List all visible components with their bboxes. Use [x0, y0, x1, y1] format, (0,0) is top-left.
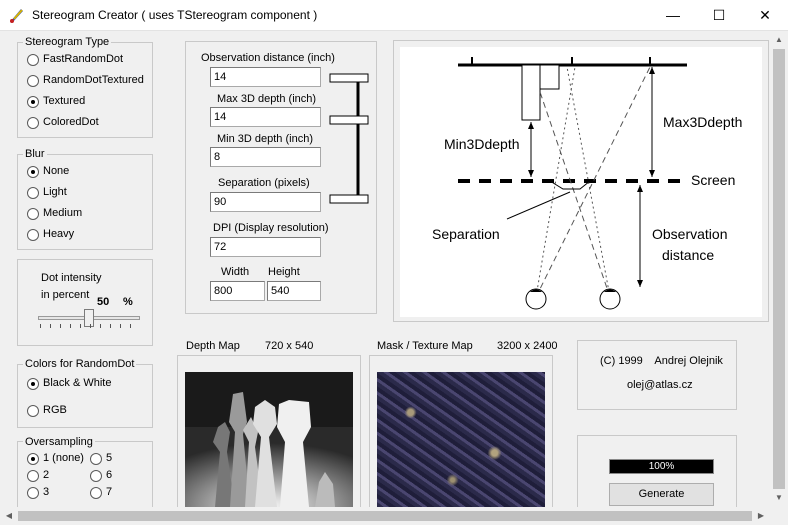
depth-map-label: Depth Map	[186, 340, 240, 352]
depth-map-size: 720 x 540	[265, 340, 314, 352]
progress-text: 100%	[648, 461, 675, 472]
copyright-text: (C) 1999 Andrej Olejnik	[600, 355, 723, 367]
minimize-button[interactable]: —	[650, 0, 696, 31]
depth-map-image[interactable]	[185, 372, 353, 507]
dot-intensity-label-2: in percent	[41, 289, 90, 301]
label-fastrandomdot[interactable]: FastRandomDot	[43, 53, 123, 65]
radio-oversampling-1[interactable]	[27, 453, 39, 465]
scroll-left-arrow[interactable]: ◀	[0, 507, 18, 525]
label-oversampling-2[interactable]: 2	[43, 469, 49, 481]
dot-intensity-label: Dot intensity	[41, 272, 102, 284]
max-depth-label: Max 3D depth (inch)	[217, 93, 317, 105]
colors-group	[17, 364, 153, 428]
stereogram-type-legend: Stereogram Type	[23, 36, 112, 48]
label-rgb[interactable]: RGB	[43, 404, 67, 416]
label-randomdottextured[interactable]: RandomDotTextured	[43, 74, 144, 86]
scroll-right-arrow[interactable]: ▶	[752, 507, 770, 525]
texture-map-size: 3200 x 2400	[497, 340, 558, 352]
radio-blur-light[interactable]	[27, 187, 39, 199]
separation-input[interactable]: 90	[210, 192, 321, 212]
dot-intensity-value: 50	[97, 296, 110, 308]
vertical-scroll-thumb[interactable]	[773, 49, 785, 489]
min-depth-input[interactable]: 8	[210, 147, 321, 167]
radio-oversampling-2[interactable]	[27, 470, 39, 482]
label-oversampling-3[interactable]: 3	[43, 486, 49, 498]
oversampling-legend: Oversampling	[23, 436, 95, 448]
horizontal-scroll-thumb[interactable]	[18, 511, 752, 521]
label-blur-light[interactable]: Light	[43, 186, 67, 198]
texture-map-image[interactable]	[377, 372, 545, 507]
dpi-input[interactable]: 72	[210, 237, 321, 257]
height-input[interactable]: 540	[267, 281, 321, 301]
label-oversampling-6[interactable]: 6	[106, 469, 112, 481]
distance-diagram-label: distance	[662, 247, 714, 263]
observation-distance-input[interactable]: 14	[210, 67, 321, 87]
label-oversampling-7[interactable]: 7	[106, 486, 112, 498]
height-label: Height	[268, 266, 300, 278]
radio-blur-none[interactable]	[27, 166, 39, 178]
label-oversampling-5[interactable]: 5	[106, 452, 112, 464]
radio-randomdottextured[interactable]	[27, 75, 39, 87]
scrollbar-corner	[770, 507, 788, 525]
radio-blur-medium[interactable]	[27, 208, 39, 220]
generate-button[interactable]: Generate	[609, 483, 714, 506]
min-depth-diagram-label: Min3Ddepth	[444, 136, 520, 152]
window-title: Stereogram Creator ( uses TStereogram co…	[32, 8, 318, 22]
label-textured[interactable]: Textured	[43, 95, 85, 107]
label-black-white[interactable]: Black & White	[43, 377, 111, 389]
label-blur-heavy[interactable]: Heavy	[43, 228, 74, 240]
radio-oversampling-6[interactable]	[90, 470, 102, 482]
label-blur-medium[interactable]: Medium	[43, 207, 82, 219]
about-group	[577, 340, 737, 410]
radio-oversampling-5[interactable]	[90, 453, 102, 465]
label-oversampling-1[interactable]: 1 (none)	[43, 452, 84, 464]
radio-oversampling-7[interactable]	[90, 487, 102, 499]
maximize-button[interactable]: ☐	[696, 0, 742, 31]
app-icon	[10, 9, 23, 23]
colors-legend: Colors for RandomDot	[23, 358, 137, 370]
radio-rgb[interactable]	[27, 405, 39, 417]
radio-coloreddot[interactable]	[27, 117, 39, 129]
separation-diagram-label: Separation	[432, 226, 500, 242]
email-text: olej@atlas.cz	[627, 379, 693, 391]
texture-map-label: Mask / Texture Map	[377, 340, 473, 352]
depth-bracket-connector	[329, 73, 369, 204]
radio-black-white[interactable]	[27, 378, 39, 390]
radio-fastrandomdot[interactable]	[27, 54, 39, 66]
width-label: Width	[221, 266, 250, 278]
width-input[interactable]: 800	[210, 281, 265, 301]
scroll-up-arrow[interactable]: ▲	[770, 31, 788, 49]
label-coloreddot[interactable]: ColoredDot	[43, 116, 99, 128]
radio-blur-heavy[interactable]	[27, 229, 39, 241]
separation-label: Separation (pixels)	[218, 177, 310, 189]
max-depth-input[interactable]: 14	[210, 107, 321, 127]
dot-intensity-ticks	[40, 324, 140, 328]
stereogram-diagram: Min3Ddepth Max3Ddepth Screen Separation …	[400, 47, 762, 317]
progress-bar: 100%	[609, 459, 714, 474]
observation-diagram-label: Observation	[652, 226, 727, 242]
observation-distance-label: Observation distance (inch)	[201, 52, 335, 64]
dpi-label: DPI (Display resolution)	[213, 222, 329, 234]
scroll-down-arrow[interactable]: ▼	[770, 489, 788, 507]
screen-diagram-label: Screen	[691, 172, 735, 188]
label-blur-none[interactable]: None	[43, 165, 69, 177]
min-depth-label: Min 3D depth (inch)	[217, 133, 313, 145]
blur-legend: Blur	[23, 148, 47, 160]
title-bar: Stereogram Creator ( uses TStereogram co…	[0, 0, 788, 31]
close-button[interactable]: ✕	[742, 0, 788, 31]
radio-oversampling-3[interactable]	[27, 487, 39, 499]
max-depth-diagram-label: Max3Ddepth	[663, 114, 742, 130]
radio-textured[interactable]	[27, 96, 39, 108]
dot-intensity-unit: %	[123, 296, 133, 308]
